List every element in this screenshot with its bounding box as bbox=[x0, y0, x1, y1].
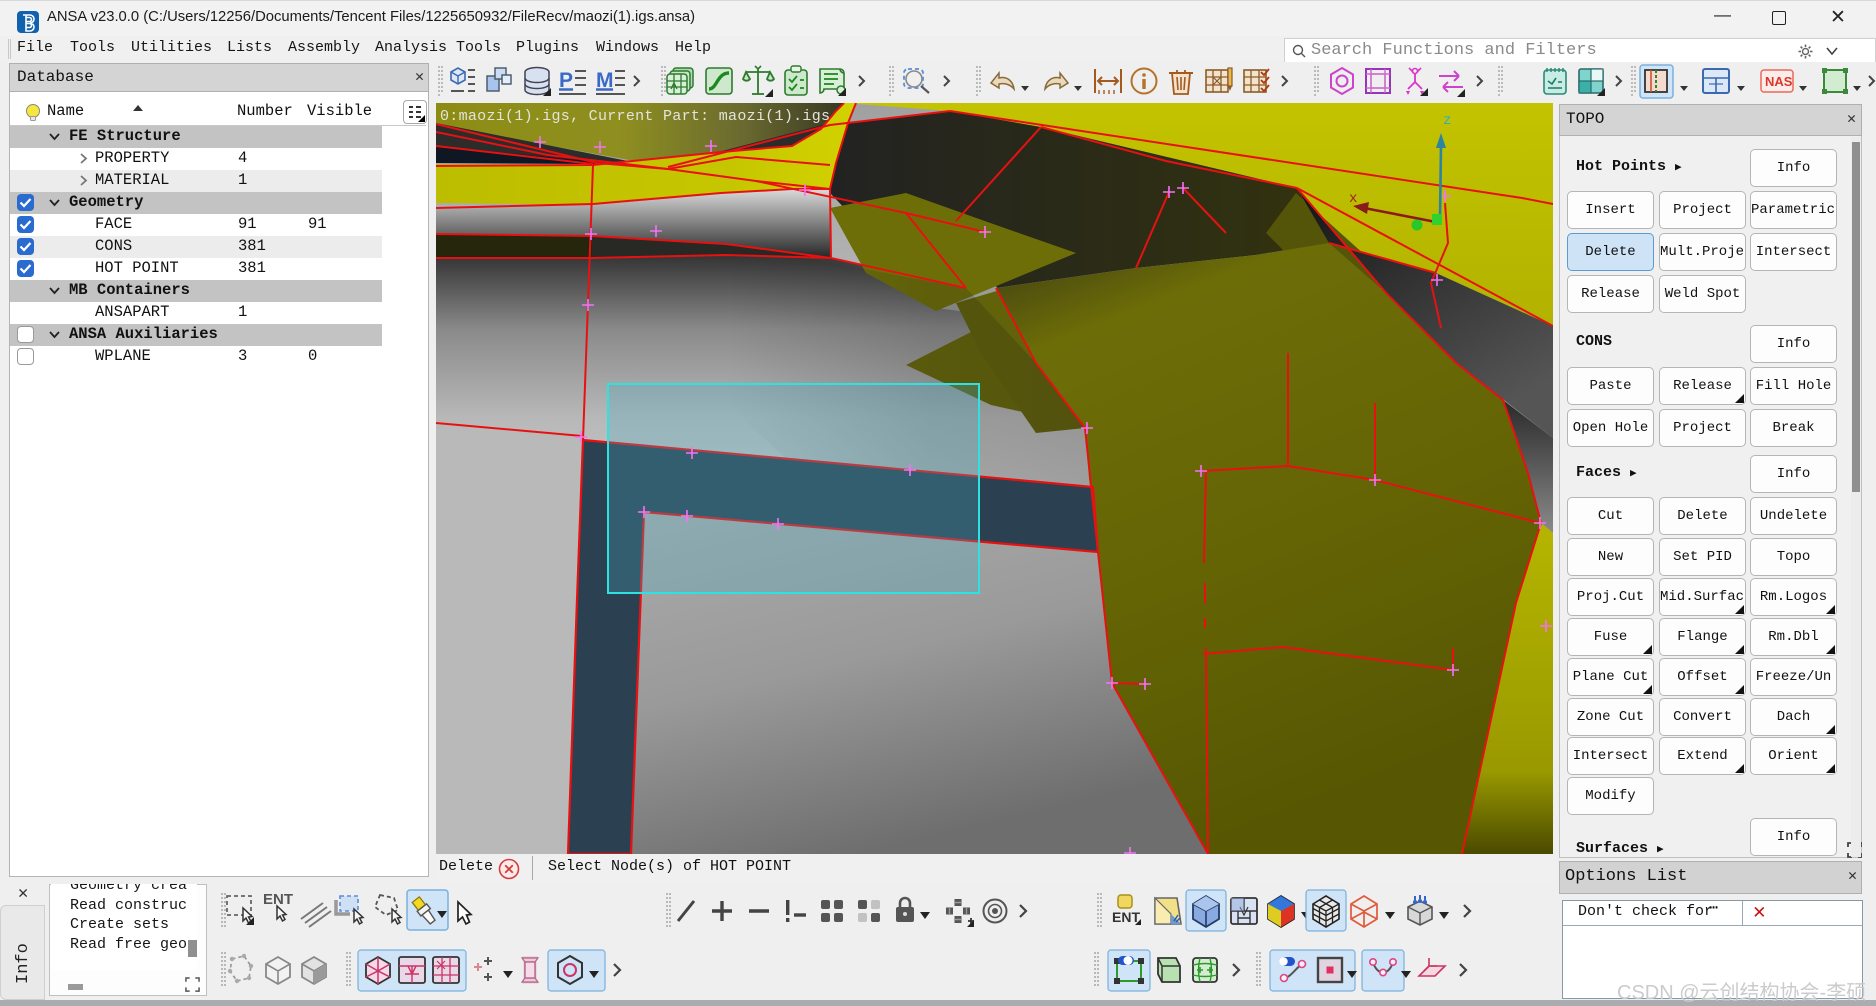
svg-text:ENT: ENT bbox=[263, 891, 293, 908]
svg-text:ENT: ENT bbox=[1112, 909, 1140, 925]
svg-text:NAS: NAS bbox=[1765, 74, 1793, 89]
svg-text:x: x bbox=[1349, 191, 1357, 207]
svg-text:0:maozi(1).igs, Current Part:: 0:maozi(1).igs, Current Part: maozi(1).i… bbox=[440, 108, 830, 125]
svg-text:z: z bbox=[1443, 113, 1451, 129]
